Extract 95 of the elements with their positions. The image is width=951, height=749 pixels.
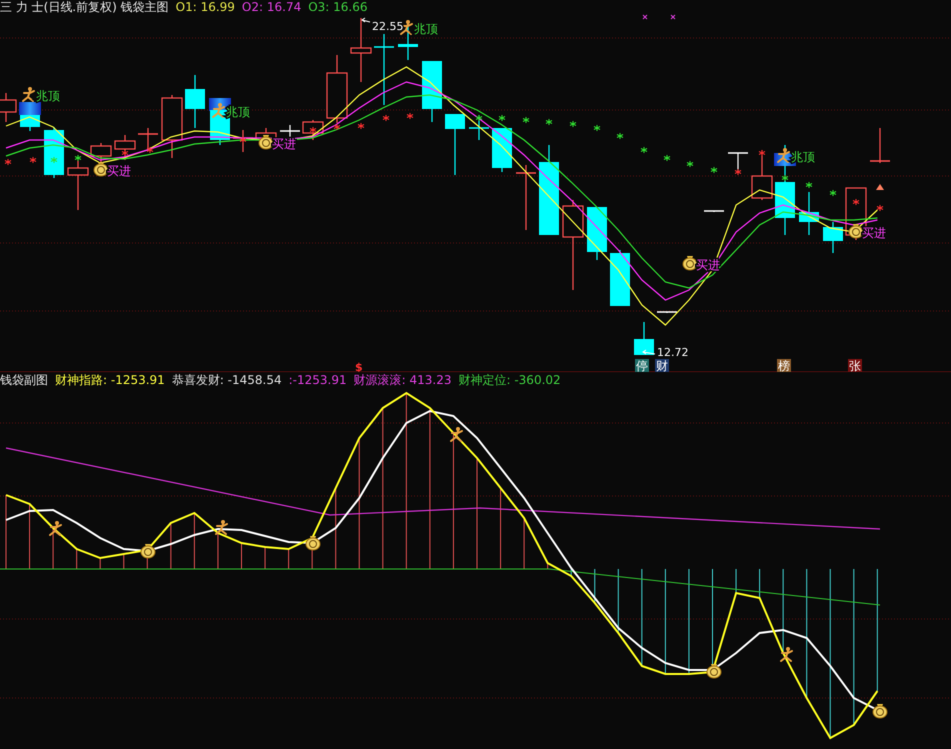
asterisk-icon [30, 156, 36, 164]
money-bag-icon [706, 664, 722, 678]
asterisk-icon [710, 166, 718, 174]
candlestick [587, 207, 607, 260]
pointer-arrow [642, 350, 656, 354]
indicator-value: :-1253.91 [288, 373, 347, 387]
signal-label: 买进 [107, 164, 131, 178]
candlestick [326, 55, 348, 123]
price-label: 22.55 [372, 20, 404, 33]
signal-label: 买进 [862, 226, 886, 240]
asterisk-icon [476, 114, 482, 122]
money-bag-icon [140, 544, 156, 558]
candlestick [516, 165, 536, 230]
chart-title: 三 力 士(日线.前复权) 钱袋主图 [0, 0, 169, 16]
asterisk-icon [806, 182, 812, 188]
candlestick [302, 120, 324, 140]
candlestick [0, 93, 17, 122]
asterisk-icon [406, 112, 414, 120]
money-bag-icon [258, 135, 274, 150]
asterisk-icon [74, 154, 82, 162]
candlestick [728, 152, 748, 172]
price-label: 12.72 [657, 346, 688, 359]
indicator-value: O2: 16.74 [242, 0, 302, 14]
candlestick [657, 311, 677, 313]
triangle-icon [876, 184, 884, 190]
cross-mark-icon [670, 14, 676, 20]
asterisk-icon [616, 132, 624, 140]
indicator-value: 财神定位: -360.02 [458, 372, 561, 388]
asterisk-icon [146, 146, 154, 154]
running-man-icon [450, 427, 463, 442]
running-man-icon [777, 148, 790, 163]
tag-badge: 张 [848, 359, 862, 372]
asterisk-icon [522, 116, 530, 124]
running-man-icon [212, 103, 225, 118]
signal-label: 兆顶 [36, 89, 60, 103]
asterisk-icon [664, 154, 670, 162]
running-man-icon [215, 520, 228, 535]
asterisk-icon [782, 174, 788, 182]
candlestick [422, 61, 442, 122]
asterisk-icon [570, 120, 576, 128]
asterisk-icon [498, 114, 506, 122]
tag-badge: 财 [655, 359, 669, 372]
asterisk-icon [382, 114, 390, 122]
asterisk-icon [334, 124, 340, 130]
candlestick [799, 192, 819, 235]
money-bag-icon [682, 256, 698, 270]
asterisk-icon [640, 146, 648, 154]
asterisk-icon [876, 204, 884, 212]
running-man-icon [49, 521, 62, 536]
asterisk-icon [758, 150, 766, 156]
asterisk-icon [734, 168, 742, 176]
money-bag-icon [306, 536, 320, 550]
running-man-icon [780, 647, 793, 662]
asterisk-icon [852, 198, 860, 206]
indicator-value: 财源滚滚: 413.23 [354, 372, 452, 388]
asterisk-icon [546, 118, 552, 126]
candlestick [185, 75, 205, 128]
signal-label: 买进 [272, 137, 296, 151]
candlestick [823, 222, 843, 253]
asterisk-icon [50, 156, 58, 164]
candlestick [492, 128, 512, 172]
indicator-value: O3: 16.66 [308, 0, 368, 14]
tag-badge: 榜 [777, 359, 791, 372]
asterisk-icon [686, 160, 694, 168]
signal-label: 兆顶 [414, 22, 438, 36]
candlestick [445, 114, 465, 175]
indicator-value: 恭喜发财: -1458.54 [172, 372, 282, 388]
indicator-value: 财神指路: -1253.91 [55, 372, 165, 388]
running-man-icon [22, 87, 35, 102]
asterisk-icon [594, 124, 600, 132]
cross-mark-icon [642, 14, 648, 20]
candlestick [350, 18, 372, 82]
candlestick [19, 102, 41, 131]
money-bag-icon [94, 162, 108, 176]
candlestick [610, 250, 630, 306]
asterisk-icon [240, 136, 246, 144]
candlestick [161, 95, 183, 158]
candlestick [138, 128, 158, 150]
candlestick [634, 322, 654, 355]
candlestick [704, 210, 724, 212]
asterisk-icon [310, 126, 316, 134]
tag-badge: 停 [635, 359, 649, 372]
asterisk-icon [122, 150, 128, 156]
asterisk-icon [358, 122, 364, 130]
chart-title: 钱袋副图 [0, 372, 48, 388]
candlestick [374, 34, 394, 105]
candlestick [44, 127, 64, 178]
asterisk-icon [830, 190, 836, 196]
money-bag-icon [872, 704, 888, 718]
indicator-value: O1: 16.99 [176, 0, 235, 14]
pointer-arrow [361, 18, 370, 22]
money-bag-icon [848, 224, 864, 238]
asterisk-icon [4, 158, 12, 166]
candlestick [870, 128, 890, 163]
candlestick [114, 135, 136, 160]
